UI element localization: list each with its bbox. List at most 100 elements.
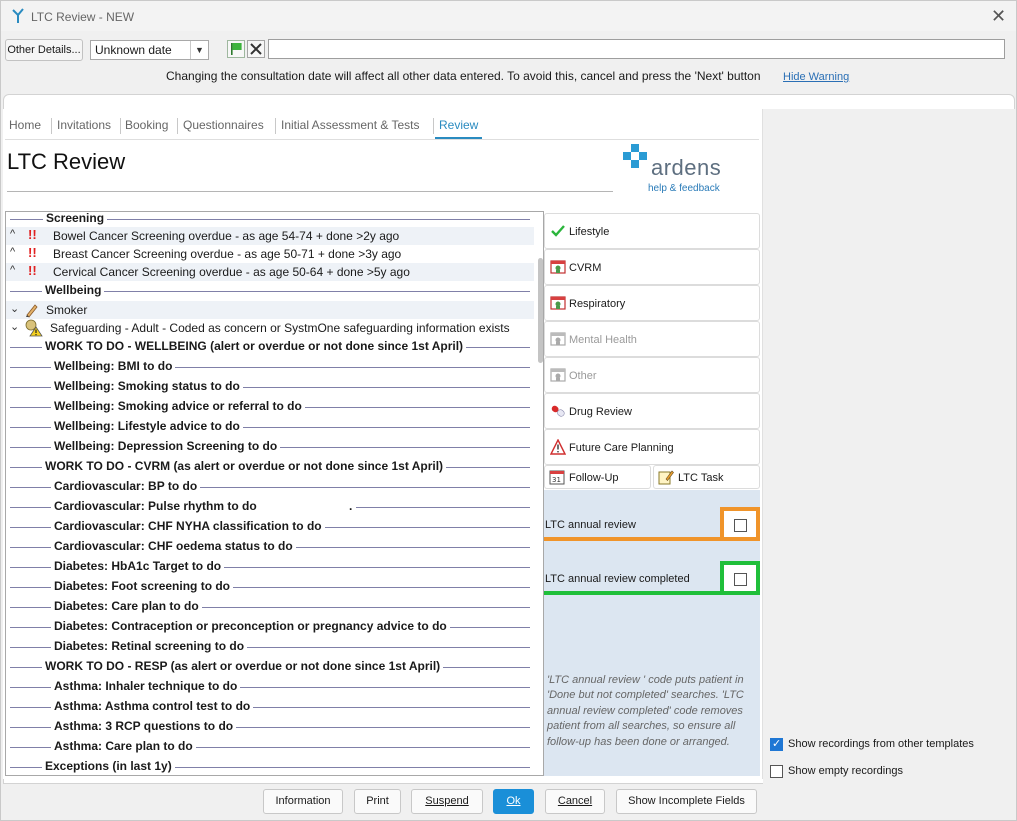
todo-row[interactable]: Asthma: Asthma control test to do	[6, 698, 534, 716]
clear-button[interactable]	[247, 40, 265, 58]
title-bar: LTC Review - NEW ✕	[1, 1, 1016, 31]
ltc-annual-review-completed-label: LTC annual review completed	[545, 573, 690, 585]
todo-row[interactable]: Wellbeing: Smoking status to do	[6, 378, 534, 396]
todo-row[interactable]: Cardiovascular: BP to do	[6, 478, 534, 496]
todo-row[interactable]: Wellbeing: Smoking advice or referral to…	[6, 398, 534, 416]
button-label: Respiratory	[569, 298, 626, 310]
list-item[interactable]: ⌄ Safeguarding - Adult - Coded as concer…	[6, 319, 534, 337]
clinic-icon	[550, 296, 566, 310]
flag-button[interactable]	[227, 40, 245, 58]
list-item-text: Bowel Cancer Screening overdue - as age …	[53, 229, 400, 243]
tab-invitations[interactable]: Invitations	[53, 113, 115, 139]
todo-row[interactable]: Wellbeing: BMI to do	[6, 358, 534, 376]
cvrm-button[interactable]: CVRM	[544, 249, 760, 285]
list-item[interactable]: ⌄ Smoker	[6, 301, 534, 319]
ltc-annual-review-checkbox[interactable]	[734, 519, 747, 532]
todo-row[interactable]: Asthma: 3 RCP questions to do	[6, 718, 534, 736]
chevron-down-icon[interactable]: ⌄	[10, 302, 19, 315]
todo-row[interactable]: Diabetes: Retinal screening to do	[6, 638, 534, 656]
todo-label: Cardiovascular: CHF NYHA classification …	[51, 519, 325, 533]
respiratory-button[interactable]: Respiratory	[544, 285, 760, 321]
other-button[interactable]: Other	[544, 357, 760, 393]
list-item[interactable]: ^ !! Cervical Cancer Screening overdue -…	[6, 263, 534, 281]
other-details-button[interactable]: Other Details...	[5, 39, 83, 61]
section-label: WORK TO DO - RESP (as alert or overdue o…	[42, 659, 444, 673]
show-other-templates-label: Show recordings from other templates	[788, 738, 974, 750]
chevron-down-icon[interactable]: ⌄	[10, 320, 19, 333]
todo-row[interactable]: Cardiovascular: Pulse rhythm to do .	[6, 498, 534, 516]
todo-label: Diabetes: Contraception or preconception…	[51, 619, 450, 633]
todo-row[interactable]: Wellbeing: Depression Screening to do	[6, 438, 534, 456]
warning-icon	[550, 439, 566, 455]
button-label: Drug Review	[569, 406, 632, 418]
todo-row[interactable]: Wellbeing: Lifestyle advice to do	[6, 418, 534, 436]
consultation-date-select[interactable]: Unknown date ▼	[90, 40, 209, 60]
todo-row[interactable]: Cardiovascular: CHF NYHA classification …	[6, 518, 534, 536]
section-label: Screening	[43, 212, 108, 225]
todo-row[interactable]: Cardiovascular: CHF oedema status to do	[6, 538, 534, 556]
clinic-icon	[550, 260, 566, 274]
tab-separator	[433, 118, 434, 134]
help-feedback-link[interactable]: help & feedback	[648, 183, 720, 194]
tab-questionnaires[interactable]: Questionnaires	[179, 113, 268, 139]
calendar-icon: 31	[549, 470, 565, 485]
print-button[interactable]: Print	[354, 789, 401, 814]
suspend-button[interactable]: Suspend	[411, 789, 483, 814]
section-label: WORK TO DO - WELLBEING (alert or overdue…	[42, 339, 467, 353]
tab-separator	[275, 118, 276, 134]
logo-wordmark[interactable]: ardens	[651, 155, 721, 181]
drug-review-button[interactable]: Drug Review	[544, 393, 760, 429]
close-icon[interactable]: ✕	[991, 6, 1006, 27]
mental-health-button[interactable]: Mental Health	[544, 321, 760, 357]
cancel-button[interactable]: Cancel	[545, 789, 605, 814]
green-flag-icon	[231, 43, 242, 55]
todo-row[interactable]: Diabetes: Foot screening to do	[6, 578, 534, 596]
follow-up-button[interactable]: 31 Follow-Up	[544, 465, 651, 489]
todo-row[interactable]: Asthma: Inhaler technique to do	[6, 678, 534, 696]
ltc-review-list[interactable]: Screening ^ !! Bowel Cancer Screening ov…	[5, 211, 544, 776]
ltc-task-button[interactable]: LTC Task	[653, 465, 760, 489]
page-title: LTC Review	[7, 149, 126, 174]
ltc-review-window: LTC Review - NEW ✕ Other Details... Unkn…	[0, 0, 1017, 821]
date-warning-text: Changing the consultation date will affe…	[166, 69, 761, 83]
chevron-up-icon[interactable]: ^	[10, 264, 15, 276]
information-button[interactable]: Information	[263, 789, 343, 814]
show-other-templates-checkbox[interactable]	[770, 737, 783, 751]
list-item[interactable]: ^ !! Breast Cancer Screening overdue - a…	[6, 245, 534, 263]
tab-separator	[51, 118, 52, 134]
hide-warning-link[interactable]: Hide Warning	[783, 71, 849, 83]
section-label: Exceptions (in last 1y)	[42, 759, 175, 773]
future-care-planning-button[interactable]: Future Care Planning	[544, 429, 760, 465]
chevron-up-icon[interactable]: ^	[10, 246, 15, 258]
todo-row[interactable]: Diabetes: Care plan to do	[6, 598, 534, 616]
list-item-text: Cervical Cancer Screening overdue - as a…	[53, 265, 410, 279]
scrollbar-thumb[interactable]	[538, 258, 543, 363]
ok-button[interactable]: Ok	[493, 789, 534, 814]
cross-icon	[250, 43, 262, 55]
tab-initial-assessment[interactable]: Initial Assessment & Tests	[277, 113, 424, 139]
calendar-day-text: 31	[552, 476, 561, 484]
ltc-annual-review-completed-checkbox[interactable]	[734, 573, 747, 586]
chevron-up-icon[interactable]: ^	[10, 228, 15, 240]
show-incomplete-fields-button[interactable]: Show Incomplete Fields	[616, 789, 757, 814]
list-item-text: Smoker	[46, 303, 88, 317]
ltc-annual-review-completed-row[interactable]: LTC annual review completed	[544, 561, 760, 595]
tab-booking[interactable]: Booking	[121, 113, 172, 139]
list-item[interactable]: ^ !! Bowel Cancer Screening overdue - as…	[6, 227, 534, 245]
todo-row[interactable]: Asthma: Care plan to do	[6, 738, 534, 756]
tab-home[interactable]: Home	[5, 113, 45, 139]
orange-highlight-box	[720, 507, 760, 541]
show-empty-checkbox[interactable]	[770, 765, 783, 778]
lifestyle-button[interactable]: Lifestyle	[544, 213, 760, 249]
todo-row[interactable]: Diabetes: Contraception or preconception…	[6, 618, 534, 636]
task-note-icon	[658, 470, 674, 485]
todo-row[interactable]: Diabetes: HbA1c Target to do	[6, 558, 534, 576]
todo-label: Asthma: Inhaler technique to do	[51, 679, 241, 693]
tab-underline	[5, 139, 759, 140]
ltc-annual-review-row[interactable]: LTC annual review	[544, 507, 760, 541]
list-item-text: Breast Cancer Screening overdue - as age…	[53, 247, 402, 261]
row-rule	[356, 507, 530, 508]
consultation-note-input[interactable]	[268, 39, 1005, 59]
chevron-down-icon[interactable]: ▼	[190, 41, 208, 59]
tab-review[interactable]: Review	[435, 113, 483, 139]
